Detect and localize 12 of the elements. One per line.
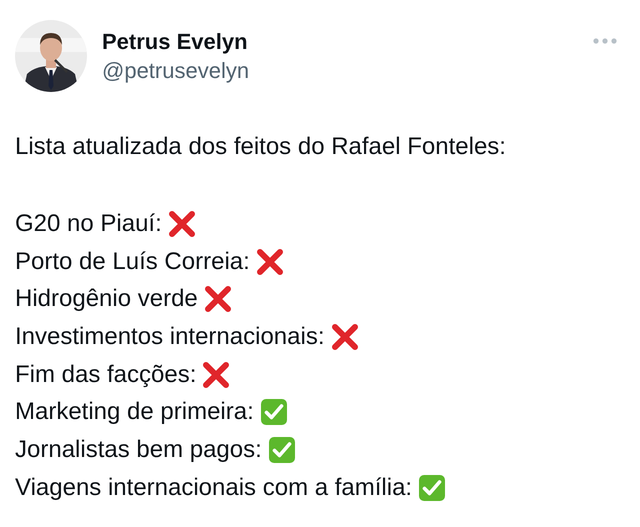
list-item-text: Jornalistas bem pagos: bbox=[15, 434, 262, 465]
list-item-text: G20 no Piauí: bbox=[15, 208, 162, 239]
more-icon[interactable] bbox=[593, 38, 617, 44]
list-item-text: Marketing de primeira: bbox=[15, 397, 254, 428]
author-handle[interactable]: @petrusevelyn bbox=[102, 56, 250, 86]
author-name[interactable]: Petrus Evelyn bbox=[102, 28, 248, 56]
list-item-text: Fim das facções: bbox=[15, 360, 196, 390]
list-item-text: Investimentos internacionais: bbox=[15, 322, 324, 352]
list-item-text: Viagens internacionais com a família: bbox=[15, 472, 412, 503]
list-item-text: Hidrogênio verde bbox=[15, 284, 198, 314]
post-text: Lista atualizada dos feitos do Rafael Fonteles: bbox=[15, 132, 507, 162]
list-item-text: Porto de Luís Correia: bbox=[15, 246, 250, 277]
